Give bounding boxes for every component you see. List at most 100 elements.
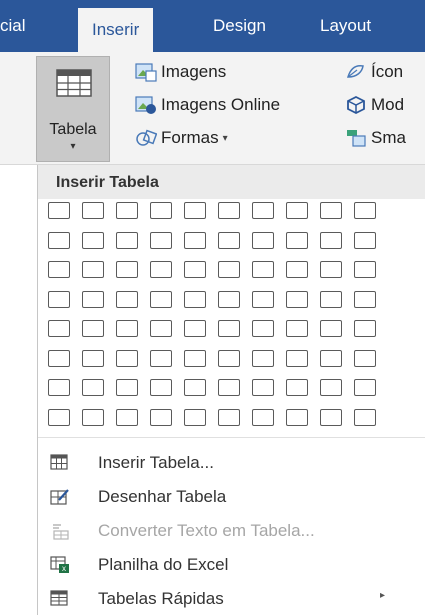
grid-cell[interactable] xyxy=(252,290,274,308)
menu-item-label: Tabelas Rápidas xyxy=(98,589,224,608)
grid-cell[interactable] xyxy=(354,290,376,308)
grid-cell[interactable] xyxy=(48,261,70,278)
grid-cell[interactable] xyxy=(252,202,274,219)
grid-cell[interactable] xyxy=(218,231,240,249)
grid-cell[interactable] xyxy=(82,231,104,249)
grid-cell[interactable] xyxy=(286,379,308,396)
grid-cell[interactable] xyxy=(320,261,342,278)
grid-cell[interactable] xyxy=(286,231,308,249)
grid-cell[interactable] xyxy=(252,408,274,426)
grid-cell[interactable] xyxy=(184,290,206,308)
grid-cell[interactable] xyxy=(354,261,376,278)
grid-cell[interactable] xyxy=(150,290,172,308)
grid-cell[interactable] xyxy=(184,320,206,337)
tab-design[interactable]: Design xyxy=(213,16,266,36)
grid-cell[interactable] xyxy=(218,261,240,278)
grid-cell[interactable] xyxy=(218,290,240,308)
menu-item-convert-text[interactable]: Converter Texto em Tabela... xyxy=(38,513,425,547)
menu-item-insert-table[interactable]: Inserir Tabela... xyxy=(38,445,425,479)
grid-cell[interactable] xyxy=(252,320,274,337)
grid-cell[interactable] xyxy=(48,320,70,337)
grid-cell[interactable] xyxy=(184,231,206,249)
tab-home[interactable]: cial xyxy=(0,16,26,36)
grid-cell[interactable] xyxy=(320,320,342,337)
grid-cell[interactable] xyxy=(82,261,104,278)
grid-cell[interactable] xyxy=(82,320,104,337)
grid-cell[interactable] xyxy=(320,408,342,426)
grid-cell[interactable] xyxy=(286,320,308,337)
grid-cell[interactable] xyxy=(320,202,342,219)
grid-cell[interactable] xyxy=(48,379,70,396)
grid-cell[interactable] xyxy=(286,408,308,426)
3d-models-button[interactable]: Mod xyxy=(345,95,404,115)
grid-cell[interactable] xyxy=(286,349,308,367)
grid-cell[interactable] xyxy=(82,290,104,308)
grid-cell[interactable] xyxy=(354,231,376,249)
grid-cell[interactable] xyxy=(150,231,172,249)
grid-cell[interactable] xyxy=(354,202,376,219)
grid-cell[interactable] xyxy=(354,349,376,367)
grid-cell[interactable] xyxy=(252,231,274,249)
grid-cell[interactable] xyxy=(116,379,138,396)
grid-cell[interactable] xyxy=(116,349,138,367)
grid-cell[interactable] xyxy=(252,261,274,278)
grid-cell[interactable] xyxy=(82,349,104,367)
grid-cell[interactable] xyxy=(286,290,308,308)
online-images-button[interactable]: Imagens Online xyxy=(135,95,280,115)
grid-cell[interactable] xyxy=(82,408,104,426)
grid-cell[interactable] xyxy=(286,202,308,219)
grid-cell[interactable] xyxy=(150,349,172,367)
grid-cell[interactable] xyxy=(48,290,70,308)
grid-cell[interactable] xyxy=(252,349,274,367)
grid-cell[interactable] xyxy=(320,349,342,367)
grid-cell[interactable] xyxy=(116,290,138,308)
grid-cell[interactable] xyxy=(82,379,104,396)
grid-cell[interactable] xyxy=(116,231,138,249)
grid-cell[interactable] xyxy=(48,202,70,219)
tab-layout[interactable]: Layout xyxy=(320,16,371,36)
grid-cell[interactable] xyxy=(150,408,172,426)
grid-cell[interactable] xyxy=(252,379,274,396)
grid-cell[interactable] xyxy=(116,320,138,337)
grid-cell[interactable] xyxy=(150,320,172,337)
grid-cell[interactable] xyxy=(184,379,206,396)
menu-item-draw-table[interactable]: Desenhar Tabela xyxy=(38,479,425,513)
grid-cell[interactable] xyxy=(184,349,206,367)
grid-cell[interactable] xyxy=(184,408,206,426)
images-button[interactable]: Imagens xyxy=(135,62,226,82)
grid-cell[interactable] xyxy=(116,408,138,426)
grid-cell[interactable] xyxy=(354,379,376,396)
grid-cell[interactable] xyxy=(320,379,342,396)
grid-cell[interactable] xyxy=(354,320,376,337)
shapes-button[interactable]: Formas ▾ xyxy=(135,128,228,148)
table-button[interactable]: Tabela ▾ xyxy=(36,56,110,162)
grid-cell[interactable] xyxy=(218,320,240,337)
grid-cell[interactable] xyxy=(218,408,240,426)
grid-cell[interactable] xyxy=(184,202,206,219)
grid-cell[interactable] xyxy=(354,408,376,426)
icons-button[interactable]: Ícon xyxy=(345,62,403,82)
grid-cell[interactable] xyxy=(320,290,342,308)
grid-cell[interactable] xyxy=(150,261,172,278)
grid-cell[interactable] xyxy=(218,202,240,219)
grid-cell[interactable] xyxy=(116,202,138,219)
grid-cell[interactable] xyxy=(286,261,308,278)
grid-cell[interactable] xyxy=(218,349,240,367)
smartart-button[interactable]: Sma xyxy=(345,128,406,148)
grid-cell[interactable] xyxy=(320,231,342,249)
grid-cell[interactable] xyxy=(48,408,70,426)
tab-insert[interactable]: Inserir xyxy=(78,8,154,52)
table-size-grid[interactable] xyxy=(48,202,398,442)
grid-cell[interactable] xyxy=(116,261,138,278)
3d-models-label: Mod xyxy=(371,95,405,114)
grid-cell[interactable] xyxy=(82,202,104,219)
menu-item-label: Desenhar Tabela xyxy=(98,487,227,506)
grid-cell[interactable] xyxy=(48,231,70,249)
grid-cell[interactable] xyxy=(218,379,240,396)
grid-cell[interactable] xyxy=(150,379,172,396)
grid-cell[interactable] xyxy=(48,349,70,367)
grid-cell[interactable] xyxy=(150,202,172,219)
menu-item-quick-tables[interactable]: Tabelas Rápidas ▸ xyxy=(38,581,425,615)
grid-cell[interactable] xyxy=(184,261,206,278)
menu-item-excel-spreadsheet[interactable]: x Planilha do Excel xyxy=(38,547,425,581)
